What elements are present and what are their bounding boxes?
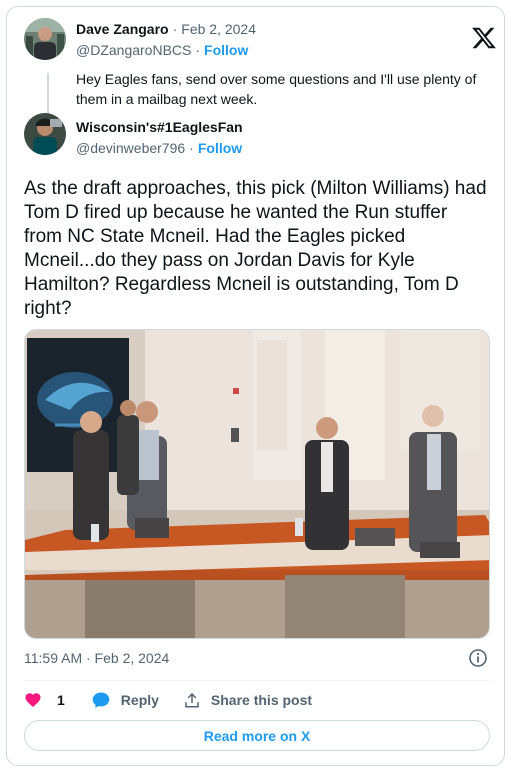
reply-follow-link[interactable]: Follow bbox=[198, 140, 242, 156]
reply-bubble-icon bbox=[92, 692, 110, 708]
quoted-handle-row: @DZangaroNBCS · Follow bbox=[76, 42, 248, 58]
embedded-post-card: Dave Zangaro · Feb 2, 2024 @DZangaroNBCS… bbox=[6, 6, 505, 766]
separator-dot: · bbox=[195, 42, 201, 58]
quoted-author-name[interactable]: Dave Zangaro bbox=[76, 21, 169, 37]
share-button[interactable]: Share this post bbox=[183, 691, 312, 709]
post-text: As the draft approaches, this pick (Milt… bbox=[24, 178, 487, 319]
info-icon[interactable] bbox=[468, 648, 488, 668]
reply-label: Reply bbox=[120, 692, 159, 708]
action-bar: 1 Reply Share this post bbox=[24, 689, 312, 711]
share-icon bbox=[185, 692, 199, 708]
reply-button[interactable]: Reply bbox=[91, 690, 159, 710]
quoted-date[interactable]: Feb 2, 2024 bbox=[181, 21, 256, 37]
reply-author-name[interactable]: Wisconsin's#1EaglesFan bbox=[76, 119, 243, 135]
separator-dot: · bbox=[189, 140, 194, 156]
heart-icon bbox=[25, 693, 41, 708]
reply-author-avatar[interactable] bbox=[24, 113, 66, 155]
x-logo-icon[interactable] bbox=[471, 25, 497, 51]
post-image[interactable] bbox=[24, 329, 490, 639]
reply-handle-row: @devinweber796 · Follow bbox=[76, 140, 242, 156]
post-timestamp[interactable]: 11:59 AM · Feb 2, 2024 bbox=[24, 650, 169, 666]
divider bbox=[24, 680, 490, 681]
quoted-text: Hey Eagles fans, send over some question… bbox=[76, 71, 477, 107]
quoted-handle[interactable]: @DZangaroNBCS bbox=[76, 42, 191, 58]
quoted-author-avatar[interactable] bbox=[24, 18, 66, 60]
reply-handle[interactable]: @devinweber796 bbox=[76, 140, 185, 156]
like-count: 1 bbox=[57, 692, 65, 708]
separator-dot: · bbox=[172, 21, 178, 37]
read-more-button[interactable]: Read more on X bbox=[24, 720, 490, 751]
like-button[interactable]: 1 bbox=[24, 691, 65, 709]
reply-header: Wisconsin's#1EaglesFan bbox=[76, 119, 243, 135]
share-label: Share this post bbox=[210, 692, 313, 708]
quoted-header: Dave Zangaro · Feb 2, 2024 bbox=[76, 21, 256, 37]
thread-connector bbox=[47, 73, 49, 117]
quoted-follow-link[interactable]: Follow bbox=[204, 42, 248, 58]
